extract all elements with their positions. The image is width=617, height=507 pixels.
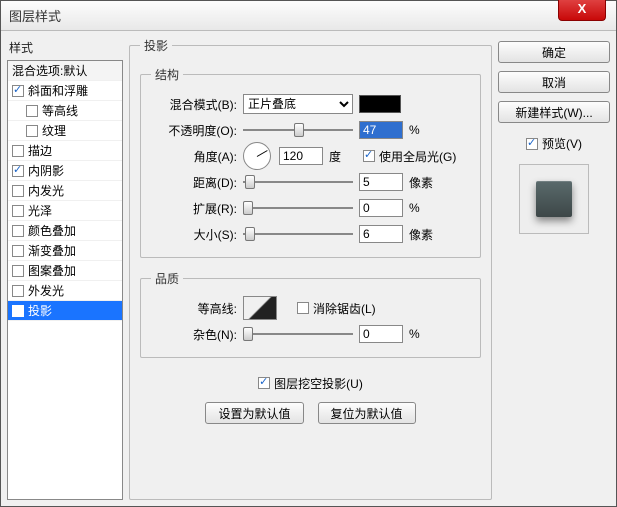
main-title: 投影	[140, 37, 172, 54]
size-unit: 像素	[409, 226, 437, 243]
checkbox-icon	[12, 205, 24, 217]
sidebar-item-label: 图案叠加	[28, 262, 76, 279]
antialias-checkbox[interactable]: 消除锯齿(L)	[297, 300, 376, 317]
spread-input[interactable]	[359, 199, 403, 217]
opacity-label: 不透明度(O):	[151, 122, 237, 139]
spread-unit: %	[409, 201, 437, 215]
opacity-input[interactable]	[359, 121, 403, 139]
noise-slider[interactable]	[243, 326, 353, 342]
sidebar-item-5[interactable]: 内阴影	[8, 161, 122, 181]
titlebar: 图层样式 X	[1, 1, 616, 31]
sidebar-item-label: 等高线	[42, 102, 78, 119]
distance-label: 距离(D):	[151, 174, 237, 191]
sidebar-item-9[interactable]: 渐变叠加	[8, 241, 122, 261]
checkbox-icon	[12, 285, 24, 297]
noise-input[interactable]	[359, 325, 403, 343]
styles-header: 样式	[9, 39, 123, 56]
sidebar-item-label: 斜面和浮雕	[28, 82, 88, 99]
sidebar-item-label: 内阴影	[28, 162, 64, 179]
quality-title: 品质	[151, 270, 183, 287]
blend-mode-select[interactable]: 正片叠底	[243, 94, 353, 114]
window-title: 图层样式	[9, 6, 61, 25]
global-light-checkbox[interactable]: 使用全局光(G)	[363, 148, 456, 165]
size-slider[interactable]	[243, 226, 353, 242]
checkbox-icon	[26, 105, 38, 117]
structure-group: 结构 混合模式(B): 正片叠底 不透明度(O): %	[140, 66, 481, 258]
angle-input[interactable]	[279, 147, 323, 165]
sidebar-item-label: 混合选项:默认	[12, 62, 87, 79]
shadow-color-swatch[interactable]	[359, 95, 401, 113]
spread-slider[interactable]	[243, 200, 353, 216]
sidebar-item-7[interactable]: 光泽	[8, 201, 122, 221]
spread-label: 扩展(R):	[151, 200, 237, 217]
checkbox-icon	[526, 138, 538, 150]
opacity-unit: %	[409, 123, 437, 137]
distance-input[interactable]	[359, 173, 403, 191]
sidebar-item-11[interactable]: 外发光	[8, 281, 122, 301]
checkbox-icon	[363, 150, 375, 162]
sidebar-item-1[interactable]: 斜面和浮雕	[8, 81, 122, 101]
angle-dial[interactable]	[243, 142, 271, 170]
cancel-button[interactable]: 取消	[498, 71, 610, 93]
sidebar-item-0[interactable]: 混合选项:默认	[8, 61, 122, 81]
sidebar-item-label: 内发光	[28, 182, 64, 199]
reset-default-button[interactable]: 复位为默认值	[318, 402, 416, 424]
preview-thumb	[536, 181, 572, 217]
sidebar-item-10[interactable]: 图案叠加	[8, 261, 122, 281]
angle-unit: 度	[329, 148, 357, 165]
checkbox-icon	[12, 245, 24, 257]
checkbox-icon	[258, 377, 270, 389]
sidebar-item-2[interactable]: 等高线	[8, 101, 122, 121]
size-label: 大小(S):	[151, 226, 237, 243]
checkbox-icon	[12, 265, 24, 277]
sidebar-item-label: 外发光	[28, 282, 64, 299]
checkbox-icon	[297, 302, 309, 314]
noise-label: 杂色(N):	[151, 326, 237, 343]
contour-picker[interactable]	[243, 296, 277, 320]
distance-unit: 像素	[409, 174, 437, 191]
checkbox-icon	[12, 185, 24, 197]
layer-style-dialog: 图层样式 X 样式 混合选项:默认斜面和浮雕等高线纹理描边内阴影内发光光泽颜色叠…	[0, 0, 617, 507]
checkbox-icon	[12, 145, 24, 157]
style-list: 混合选项:默认斜面和浮雕等高线纹理描边内阴影内发光光泽颜色叠加渐变叠加图案叠加外…	[7, 60, 123, 500]
sidebar-item-4[interactable]: 描边	[8, 141, 122, 161]
sidebar-item-label: 描边	[28, 142, 52, 159]
sidebar-item-8[interactable]: 颜色叠加	[8, 221, 122, 241]
preview-checkbox[interactable]: 预览(V)	[526, 135, 582, 152]
set-default-button[interactable]: 设置为默认值	[205, 402, 303, 424]
contour-label: 等高线:	[151, 300, 237, 317]
knockout-checkbox[interactable]: 图层挖空投影(U)	[258, 375, 363, 392]
sidebar-item-label: 投影	[28, 302, 52, 319]
distance-slider[interactable]	[243, 174, 353, 190]
quality-group: 品质 等高线: 消除锯齿(L) 杂色(N):	[140, 270, 481, 358]
checkbox-icon	[12, 85, 24, 97]
checkbox-icon	[12, 305, 24, 317]
noise-unit: %	[409, 327, 437, 341]
sidebar-item-label: 渐变叠加	[28, 242, 76, 259]
main-group: 投影 结构 混合模式(B): 正片叠底 不透明度(O): %	[129, 37, 492, 500]
angle-label: 角度(A):	[151, 148, 237, 165]
size-input[interactable]	[359, 225, 403, 243]
checkbox-icon	[12, 225, 24, 237]
checkbox-icon	[26, 125, 38, 137]
blend-mode-label: 混合模式(B):	[151, 96, 237, 113]
sidebar-item-12[interactable]: 投影	[8, 301, 122, 321]
sidebar-item-6[interactable]: 内发光	[8, 181, 122, 201]
structure-title: 结构	[151, 66, 183, 83]
close-button[interactable]: X	[558, 0, 606, 21]
sidebar-item-label: 光泽	[28, 202, 52, 219]
new-style-button[interactable]: 新建样式(W)...	[498, 101, 610, 123]
sidebar-item-label: 纹理	[42, 122, 66, 139]
ok-button[interactable]: 确定	[498, 41, 610, 63]
sidebar-item-3[interactable]: 纹理	[8, 121, 122, 141]
opacity-slider[interactable]	[243, 122, 353, 138]
sidebar-item-label: 颜色叠加	[28, 222, 76, 239]
preview-box	[519, 164, 589, 234]
checkbox-icon	[12, 165, 24, 177]
